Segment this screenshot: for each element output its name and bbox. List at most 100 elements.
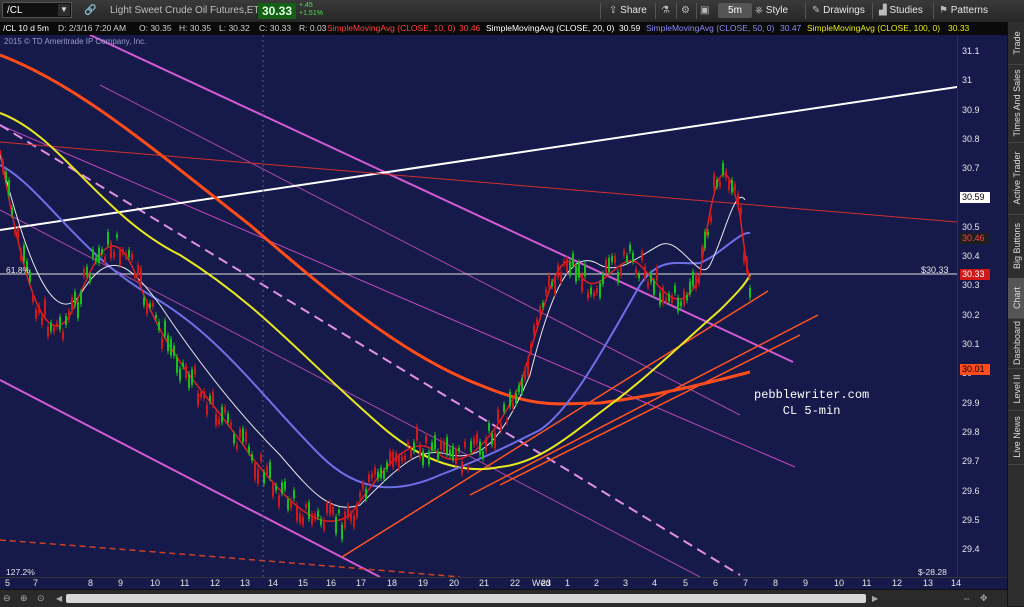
candle-body: [446, 437, 448, 454]
time-tick-label: 17: [356, 578, 367, 588]
candle-body: [539, 306, 541, 314]
candle-body: [491, 433, 493, 445]
flask-icon[interactable]: ⚗: [661, 2, 670, 20]
tab-trade[interactable]: Trade: [1008, 22, 1024, 65]
drawings-button[interactable]: ✎ Drawings: [812, 2, 865, 20]
candle-body: [188, 374, 190, 388]
candle-body: [458, 447, 460, 452]
sma20-label: SimpleMovingAvg (CLOSE, 20, 0): [486, 23, 615, 33]
scrollbar-thumb[interactable]: [66, 594, 866, 603]
zoom-fit-icon[interactable]: ⊙: [37, 593, 45, 604]
candle-body: [83, 268, 85, 277]
tab-big-buttons[interactable]: Big Buttons: [1008, 214, 1024, 279]
candle-body: [62, 331, 64, 340]
white-trend-line[interactable]: [0, 86, 957, 231]
zoom-in-icon[interactable]: ⊕: [20, 593, 28, 604]
settings-icon[interactable]: ⚙: [681, 2, 690, 20]
studies-button[interactable]: ▟ Studies: [879, 2, 923, 20]
candle-body: [653, 280, 655, 295]
orange-support-line[interactable]: [341, 290, 769, 558]
candle-body: [329, 502, 331, 515]
channel-lower-line[interactable]: [0, 379, 381, 577]
scroll-right-icon[interactable]: ▶: [872, 594, 878, 603]
candle-body: [275, 485, 277, 491]
candle-body: [326, 503, 328, 513]
candle-body: [719, 181, 721, 187]
sma50-label: SimpleMovingAvg (CLOSE, 50, 0): [646, 23, 775, 33]
tab-live-news[interactable]: Live News: [1008, 410, 1024, 465]
sma20-value-tag: 30.59: [960, 192, 990, 203]
red-trend-line[interactable]: [0, 141, 957, 223]
candle-body: [644, 266, 646, 279]
candlestick-series[interactable]: [2, 158, 751, 543]
link-icon[interactable]: 🔗: [84, 2, 96, 20]
sma200-line[interactable]: [0, 53, 751, 406]
tab-chart[interactable]: Chart: [1008, 278, 1024, 319]
candle-body: [197, 392, 199, 406]
candle-body: [278, 495, 280, 507]
patterns-button[interactable]: ⚑ Patterns: [939, 2, 988, 20]
candle-body: [284, 481, 286, 490]
candle-body: [416, 426, 418, 441]
price-axis[interactable]: 31.13130.930.830.730.630.530.430.330.230…: [957, 35, 1008, 577]
price-tick-label: 30.1: [962, 339, 980, 349]
candle-body: [479, 441, 481, 455]
candle-body: [548, 275, 550, 287]
price-tick-label: 30.2: [962, 309, 980, 320]
expand-icon[interactable]: ⇔: [962, 593, 971, 603]
candle-body: [419, 444, 421, 458]
zoom-out-icon[interactable]: ⊖: [3, 593, 11, 604]
patterns-icon: ⚑: [939, 5, 948, 16]
tab-dashboard[interactable]: Dashboard: [1008, 318, 1024, 369]
candle-body: [365, 488, 367, 500]
tab-times-and-sales-label: Times And Sales: [1011, 69, 1022, 137]
drag-icon[interactable]: ✥: [980, 593, 988, 604]
symbol-input[interactable]: /CL ▼: [2, 2, 72, 18]
tab-level-ii[interactable]: Level II: [1008, 368, 1024, 411]
tab-times-and-sales[interactable]: Times And Sales: [1008, 64, 1024, 143]
candle-body: [20, 250, 22, 260]
price-tick-label: 30.7: [962, 163, 980, 174]
candle-body: [194, 366, 196, 375]
orange-dashed-curve[interactable]: [0, 539, 461, 577]
candle-body: [578, 262, 580, 278]
style-button[interactable]: ⎈ Style: [755, 2, 788, 20]
chart-scrollbar[interactable]: ⊖ ⊕ ⊙ ◀ ▶ ⇔ ✥: [0, 589, 1007, 607]
scroll-left-icon[interactable]: ◀: [56, 594, 62, 603]
time-tick-label: 20: [449, 578, 460, 588]
candle-body: [230, 422, 232, 426]
candle-body: [128, 249, 130, 258]
bar-high: H: 30.35: [179, 23, 212, 33]
candle-body: [200, 392, 202, 398]
screenshot-icon[interactable]: ▣: [700, 2, 709, 20]
price-tick-label: 29.8: [962, 426, 980, 437]
candle-body: [227, 413, 229, 423]
channel-dashed-line[interactable]: [0, 124, 741, 576]
chart-canvas[interactable]: [0, 35, 957, 577]
candle-body: [47, 326, 49, 337]
price-chart[interactable]: 2015 © TD Ameritrade IP Company, Inc. 61…: [0, 35, 957, 577]
candle-body: [206, 404, 208, 415]
channel-mid-line[interactable]: [0, 124, 796, 468]
candle-body: [470, 441, 472, 453]
sma20-line[interactable]: [0, 154, 746, 508]
candle-body: [311, 513, 313, 525]
timeframe-button[interactable]: 5m: [718, 3, 752, 18]
candle-body: [401, 456, 403, 462]
bar-close: C: 30.33: [259, 23, 292, 33]
share-button[interactable]: ⇪ Share: [609, 2, 647, 20]
candle-body: [575, 265, 577, 282]
candle-body: [743, 253, 745, 263]
tab-level-ii-label: Level II: [1011, 374, 1022, 404]
tab-active-trader[interactable]: Active Trader: [1008, 142, 1024, 215]
candle-body: [272, 483, 274, 497]
candle-body: [191, 369, 193, 385]
symbol-dropdown-icon[interactable]: ▼: [58, 4, 70, 16]
candle-body: [302, 516, 304, 525]
candle-body: [593, 292, 595, 297]
sma100-value: 30.33: [948, 23, 970, 33]
candle-body: [335, 517, 337, 534]
candle-body: [725, 171, 727, 178]
candle-body: [107, 231, 109, 245]
candle-body: [530, 343, 532, 353]
